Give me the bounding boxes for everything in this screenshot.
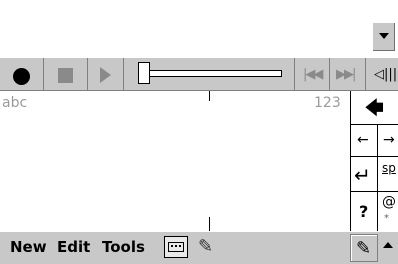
pen-mode-icon: ✎ — [356, 238, 372, 259]
chevron-down-icon — [379, 33, 389, 39]
record-button[interactable] — [0, 58, 44, 91]
left-arrow-key[interactable]: ← — [357, 132, 369, 148]
123-mode-label: 123 — [314, 95, 341, 111]
stop-icon — [58, 68, 73, 83]
symbol-keys-row: ? @ * — [351, 192, 398, 231]
backspace-key[interactable]: 🡄 — [351, 91, 398, 125]
question-key[interactable]: ? — [359, 202, 368, 221]
star-key[interactable]: * — [384, 213, 389, 224]
abc-mode-label: abc — [2, 95, 28, 111]
space-key[interactable]: sp — [382, 161, 396, 175]
input-panel-button[interactable] — [164, 236, 188, 258]
keypad-divider — [377, 125, 378, 231]
menu-edit[interactable]: Edit — [57, 238, 90, 256]
record-icon — [13, 68, 30, 85]
slider-track — [138, 70, 282, 77]
right-arrow-key[interactable]: → — [383, 132, 395, 148]
play-button[interactable] — [88, 58, 124, 91]
divider-mark-top — [209, 91, 210, 101]
media-toolbar: |◀◀ ▶▶| ◁||| — [0, 57, 398, 91]
arrow-keys-row: ← → — [351, 125, 398, 157]
menu-tools[interactable]: Tools — [102, 238, 145, 256]
volume-icon: ◁||| — [374, 67, 398, 82]
scroll-down-button[interactable] — [372, 22, 396, 52]
enter-key[interactable]: ↵ — [354, 163, 371, 187]
pen-icon[interactable]: ✎ — [198, 236, 213, 257]
skip-forward-icon: ▶▶| — [336, 67, 356, 82]
skip-back-icon: |◀◀ — [303, 67, 323, 82]
stop-button[interactable] — [44, 58, 88, 91]
divider-mark-bottom — [209, 217, 210, 231]
keyboard-icon — [168, 242, 184, 252]
play-icon — [100, 67, 111, 83]
scroll-up-button[interactable] — [380, 234, 398, 262]
volume-button[interactable]: ◁||| — [366, 58, 398, 91]
at-key[interactable]: @ — [382, 194, 396, 210]
chevron-up-icon — [383, 242, 393, 248]
next-button[interactable]: ▶▶| — [330, 58, 366, 91]
backspace-icon: 🡄 — [365, 98, 384, 119]
enter-space-row: ↵ sp — [351, 157, 398, 192]
input-keypad: 🡄 ← → ↵ sp ? @ * — [350, 91, 398, 231]
menu-new[interactable]: New — [10, 238, 47, 256]
handwriting-input-area[interactable]: abc 123 — [0, 91, 350, 231]
menu-bar: New Edit Tools ✎ ✎ — [0, 231, 398, 264]
slider-thumb[interactable] — [138, 62, 150, 84]
pen-mode-button[interactable]: ✎ — [350, 234, 378, 262]
previous-button[interactable]: |◀◀ — [294, 58, 330, 91]
playback-slider[interactable] — [130, 59, 288, 90]
